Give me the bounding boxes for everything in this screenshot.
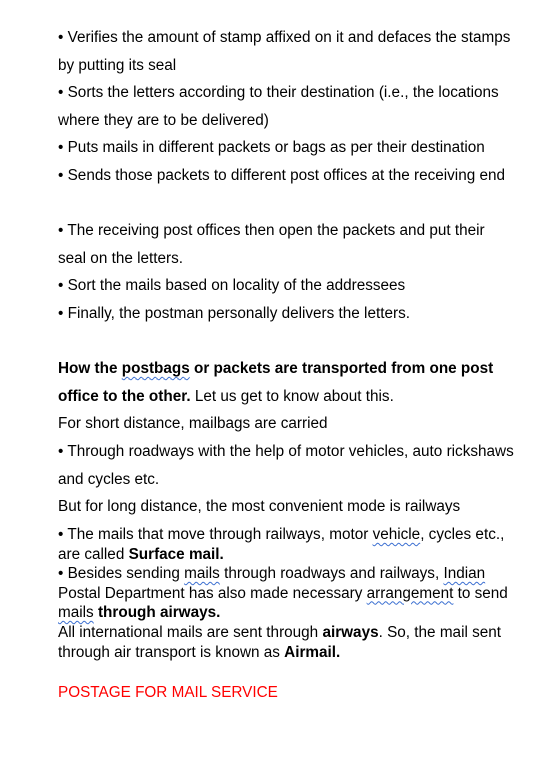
section-heading-postage: POSTAGE FOR MAIL SERVICE bbox=[58, 684, 278, 701]
bullet-glyph: • bbox=[58, 277, 64, 294]
bullet-glyph: • bbox=[58, 305, 64, 322]
airmail-paragraph: All international mails are sent through… bbox=[58, 623, 514, 662]
airmail-term: Airmail. bbox=[284, 643, 341, 661]
bullet-glyph: • bbox=[58, 222, 64, 239]
spellcheck-word: arrangement bbox=[366, 584, 454, 602]
short-distance-intro: For short distance, mailbags are carried bbox=[58, 415, 328, 432]
spellcheck-word: vehicle bbox=[372, 526, 421, 543]
spellcheck-word: postbags bbox=[121, 360, 190, 377]
bullet-glyph: • bbox=[58, 84, 64, 101]
text-part: through roadways and railways, bbox=[219, 565, 444, 582]
long-distance-intro: But for long distance, the most convenie… bbox=[58, 498, 461, 515]
text-part: The mails that move through railways, mo… bbox=[67, 526, 373, 543]
spellcheck-word: mails bbox=[184, 565, 220, 582]
text-part: Besides sending bbox=[67, 565, 185, 582]
step-text: The receiving post offices then open the… bbox=[58, 222, 485, 267]
short-distance-bullet: • Through roadways with the help of moto… bbox=[58, 438, 514, 493]
bullet-glyph: • bbox=[58, 29, 64, 46]
spellcheck-word: mails bbox=[58, 604, 94, 622]
bullet-glyph: • bbox=[58, 526, 64, 543]
bullet-glyph: • bbox=[58, 443, 64, 460]
heading-tail: Let us get to know about this. bbox=[190, 387, 394, 405]
document-page: • Verifies the amount of stamp affixed o… bbox=[0, 0, 545, 774]
step-item: • Sends those packets to different post … bbox=[58, 162, 514, 190]
bullet-glyph: • bbox=[58, 167, 64, 184]
step-text: Finally, the postman personally delivers… bbox=[67, 305, 410, 322]
step-text: Sort the mails based on locality of the … bbox=[67, 277, 406, 294]
spellcheck-word: Indian bbox=[443, 565, 486, 582]
step-text: Sends those packets to different post of… bbox=[67, 167, 505, 184]
heading-part: How the bbox=[58, 360, 122, 377]
text-part: Postal Department has also made necessar… bbox=[58, 584, 367, 602]
bullet-text: Through roadways with the help of motor … bbox=[58, 443, 514, 488]
text-part: All international mails are sent through bbox=[58, 624, 323, 641]
step-item: • Puts mails in different packets or bag… bbox=[58, 134, 514, 162]
step-item: • Verifies the amount of stamp affixed o… bbox=[58, 24, 514, 79]
step-text: Verifies the amount of stamp affixed on … bbox=[58, 29, 511, 74]
step-item: • Finally, the postman personally delive… bbox=[58, 300, 514, 328]
step-item: • The receiving post offices then open t… bbox=[58, 217, 514, 272]
step-item: • Sorts the letters according to their d… bbox=[58, 79, 514, 134]
text-part: to send bbox=[453, 584, 508, 602]
step-text: Puts mails in different packets or bags … bbox=[67, 139, 485, 156]
bullet-glyph: • bbox=[58, 565, 64, 582]
airways-paragraph: • Besides sending mails through roadways… bbox=[58, 564, 514, 623]
bullet-glyph: • bbox=[58, 139, 64, 156]
airways-term: through airways. bbox=[97, 604, 221, 622]
airways-word: airways bbox=[322, 624, 379, 641]
surface-mail-term: Surface mail. bbox=[128, 545, 224, 563]
step-item: • Sort the mails based on locality of th… bbox=[58, 272, 514, 300]
transport-heading-paragraph: How the postbags or packets are transpor… bbox=[58, 355, 514, 410]
surface-mail-paragraph: • The mails that move through railways, … bbox=[58, 525, 514, 564]
step-text: Sorts the letters according to their des… bbox=[58, 84, 499, 129]
